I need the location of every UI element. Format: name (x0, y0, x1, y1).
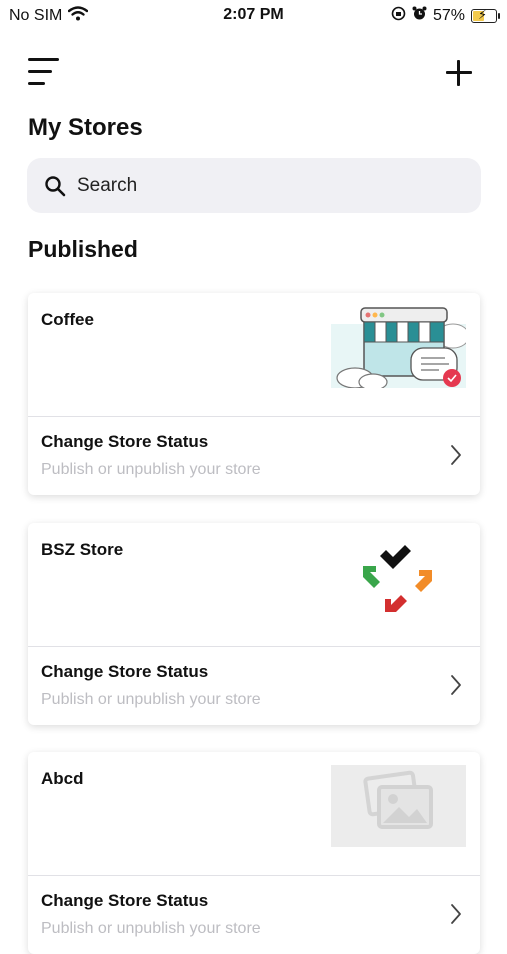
store-name: Coffee (41, 310, 94, 329)
store-card-bsz-store[interactable]: BSZ Store Change Store Status Publish or… (28, 523, 480, 725)
page-title: My Stores (28, 114, 143, 141)
change-status-subtitle: Publish or unpublish your store (41, 691, 261, 708)
chevron-right-icon[interactable] (450, 444, 462, 466)
change-status-subtitle: Publish or unpublish your store (41, 920, 261, 937)
store-name: BSZ Store (41, 540, 124, 559)
search-input[interactable]: Search (27, 158, 481, 213)
chevron-right-icon[interactable] (450, 903, 462, 925)
orientation-lock-icon (391, 6, 406, 26)
change-status-title: Change Store Status (41, 662, 209, 681)
plus-icon[interactable] (444, 58, 474, 88)
section-title-published: Published (28, 236, 138, 262)
change-status-subtitle: Publish or unpublish your store (41, 461, 261, 478)
store-card-header[interactable]: Abcd (28, 752, 480, 876)
storefront-illustration (331, 307, 466, 388)
arrows-logo (363, 545, 432, 612)
placeholder-image-icon (331, 765, 466, 847)
charging-bolt-icon: ⚡ (478, 7, 488, 22)
carrier-label: No SIM (9, 7, 63, 24)
change-status-title: Change Store Status (41, 432, 209, 451)
store-name: Abcd (41, 769, 84, 788)
alarm-icon (412, 6, 427, 26)
change-status-title: Change Store Status (41, 891, 209, 910)
store-card-header[interactable]: Coffee (28, 293, 480, 417)
search-icon (45, 175, 66, 196)
battery-percent: 57% (432, 7, 465, 24)
store-card-header[interactable]: BSZ Store (28, 523, 480, 647)
status-bar: 2:07 PM No SIM 57% ⚡ (0, 0, 507, 30)
battery-icon: ⚡ (471, 7, 500, 23)
search-placeholder: Search (77, 174, 138, 196)
store-card-coffee[interactable]: Coffee Change Store Status Publish or un… (28, 293, 480, 495)
store-card-abcd[interactable]: Abcd Change Store Status Publish or unpu… (28, 752, 480, 954)
chevron-right-icon[interactable] (450, 674, 462, 696)
menu-icon[interactable] (28, 58, 62, 88)
wifi-icon (68, 6, 89, 26)
